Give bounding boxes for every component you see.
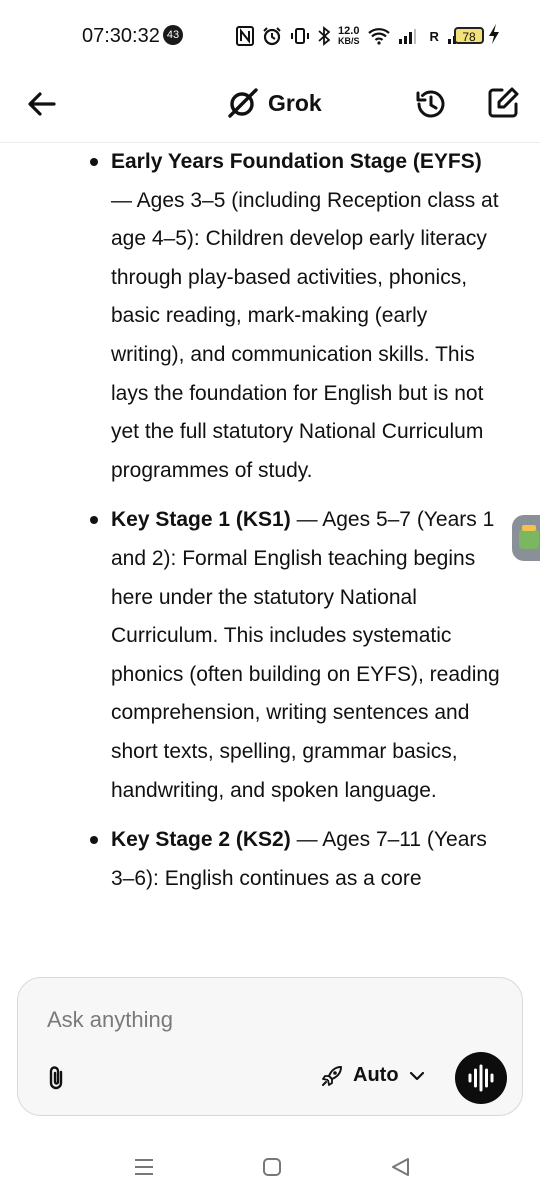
signal-icon xyxy=(398,29,416,44)
mode-label: Auto xyxy=(353,1064,399,1086)
history-icon[interactable] xyxy=(414,87,448,121)
list-item: Early Years Foundation Stage (EYFS) — Ag… xyxy=(0,143,540,490)
charging-icon xyxy=(489,24,499,44)
model-mode-selector[interactable]: Auto xyxy=(321,1064,425,1087)
battery-level: 78 xyxy=(462,30,476,44)
bullet-heading: Key Stage 1 (KS1) xyxy=(111,508,291,532)
vibrate-icon xyxy=(291,28,309,44)
grok-logo-icon xyxy=(228,88,258,118)
system-icons: 12.0 KB/S R xyxy=(236,22,465,50)
wifi-icon xyxy=(367,28,390,45)
chat-input-box[interactable]: Ask anything Auto xyxy=(17,977,523,1116)
bullet-body: — Ages 5–7 (Years 1 and 2): Formal Engli… xyxy=(111,508,500,802)
battery-icon: 78 xyxy=(454,27,484,44)
floating-side-panel-handle[interactable] xyxy=(512,515,540,561)
app-header: Grok xyxy=(0,70,540,143)
chat-input-placeholder[interactable]: Ask anything xyxy=(47,1007,173,1033)
chevron-down-icon xyxy=(409,1071,424,1080)
recent-apps-icon[interactable] xyxy=(130,1156,158,1178)
bullet-heading: Key Stage 2 (KS2) xyxy=(111,828,291,852)
system-nav-bar xyxy=(0,1140,540,1199)
voice-waveform-icon xyxy=(468,1064,494,1092)
list-item: Key Stage 2 (KS2) — Ages 7–11 (Years 3–6… xyxy=(0,821,540,898)
home-icon[interactable] xyxy=(258,1156,286,1178)
bluetooth-icon xyxy=(318,26,330,46)
new-chat-icon[interactable] xyxy=(486,86,520,120)
list-item: Key Stage 1 (KS1) — Ages 5–7 (Years 1 an… xyxy=(0,501,540,810)
app-title: Grok xyxy=(268,89,322,116)
network-speed-unit: KB/S xyxy=(338,36,360,46)
side-app-icon xyxy=(519,525,539,549)
alarm-icon xyxy=(263,27,281,46)
back-arrow-icon[interactable] xyxy=(26,88,58,120)
status-bar: 07:30:32 43 12.0 KB/S R 78 xyxy=(0,0,540,70)
brand-title[interactable]: Grok xyxy=(226,86,322,120)
status-time: 07:30:32 xyxy=(82,25,160,47)
bullet-body: — Ages 3–5 (including Reception class at… xyxy=(111,188,499,482)
voice-mode-button[interactable] xyxy=(455,1052,507,1104)
network-speed: 12.0 KB/S xyxy=(338,26,360,46)
bullet-heading: Early Years Foundation Stage (EYFS) xyxy=(111,150,482,173)
nfc-icon xyxy=(236,26,254,46)
notification-count-badge: 43 xyxy=(163,25,183,45)
roaming-indicator: R xyxy=(429,28,439,44)
back-nav-icon[interactable] xyxy=(386,1156,414,1178)
response-bullet-list: Early Years Foundation Stage (EYFS) — Ag… xyxy=(0,143,540,909)
chat-response: Early Years Foundation Stage (EYFS) — Ag… xyxy=(0,143,540,975)
rocket-icon xyxy=(322,1065,342,1086)
paperclip-icon[interactable] xyxy=(44,1064,70,1092)
